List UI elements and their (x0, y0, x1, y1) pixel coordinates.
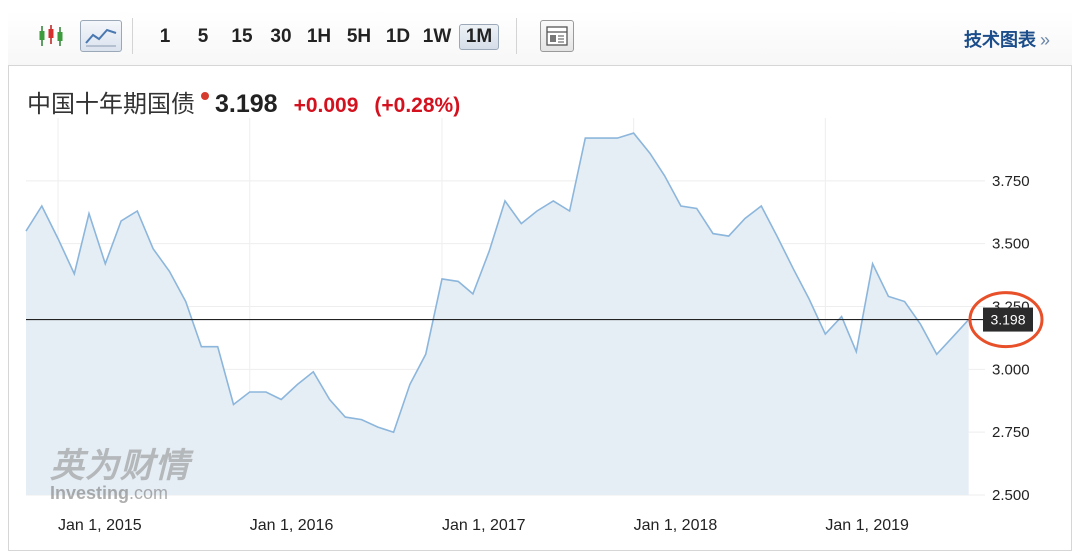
y-tick-label: 3.750 (992, 173, 1030, 190)
x-tick-label: Jan 1, 2016 (250, 517, 334, 534)
y-tick-label: 2.750 (992, 424, 1030, 441)
last-value-label: 3.198 (983, 307, 1033, 332)
x-axis: Jan 1, 2015 Jan 1, 2016 Jan 1, 2017 Jan 1, … (58, 517, 909, 534)
y-axis: 3.7503.5003.2503.0002.7502.500 (992, 173, 1030, 504)
investing-watermark: 英为财情 Investing.com (50, 438, 190, 504)
watermark-en-suffix: .com (129, 483, 169, 503)
x-tick-label: Jan 1, 2019 (825, 517, 909, 534)
watermark-cn: 英为财情 (50, 447, 190, 485)
y-tick-label: 3.500 (992, 236, 1030, 253)
x-tick-label: Jan 1, 2018 (634, 517, 718, 534)
last-value-text: 3.198 (990, 312, 1025, 328)
watermark-en-name: Investing (50, 483, 130, 503)
watermark-en: Investing.com (50, 483, 190, 504)
x-tick-label: Jan 1, 2017 (442, 517, 526, 534)
x-tick-label: Jan 1, 2015 (58, 517, 142, 534)
y-tick-label: 3.000 (992, 361, 1030, 378)
y-tick-label: 2.500 (992, 487, 1030, 504)
